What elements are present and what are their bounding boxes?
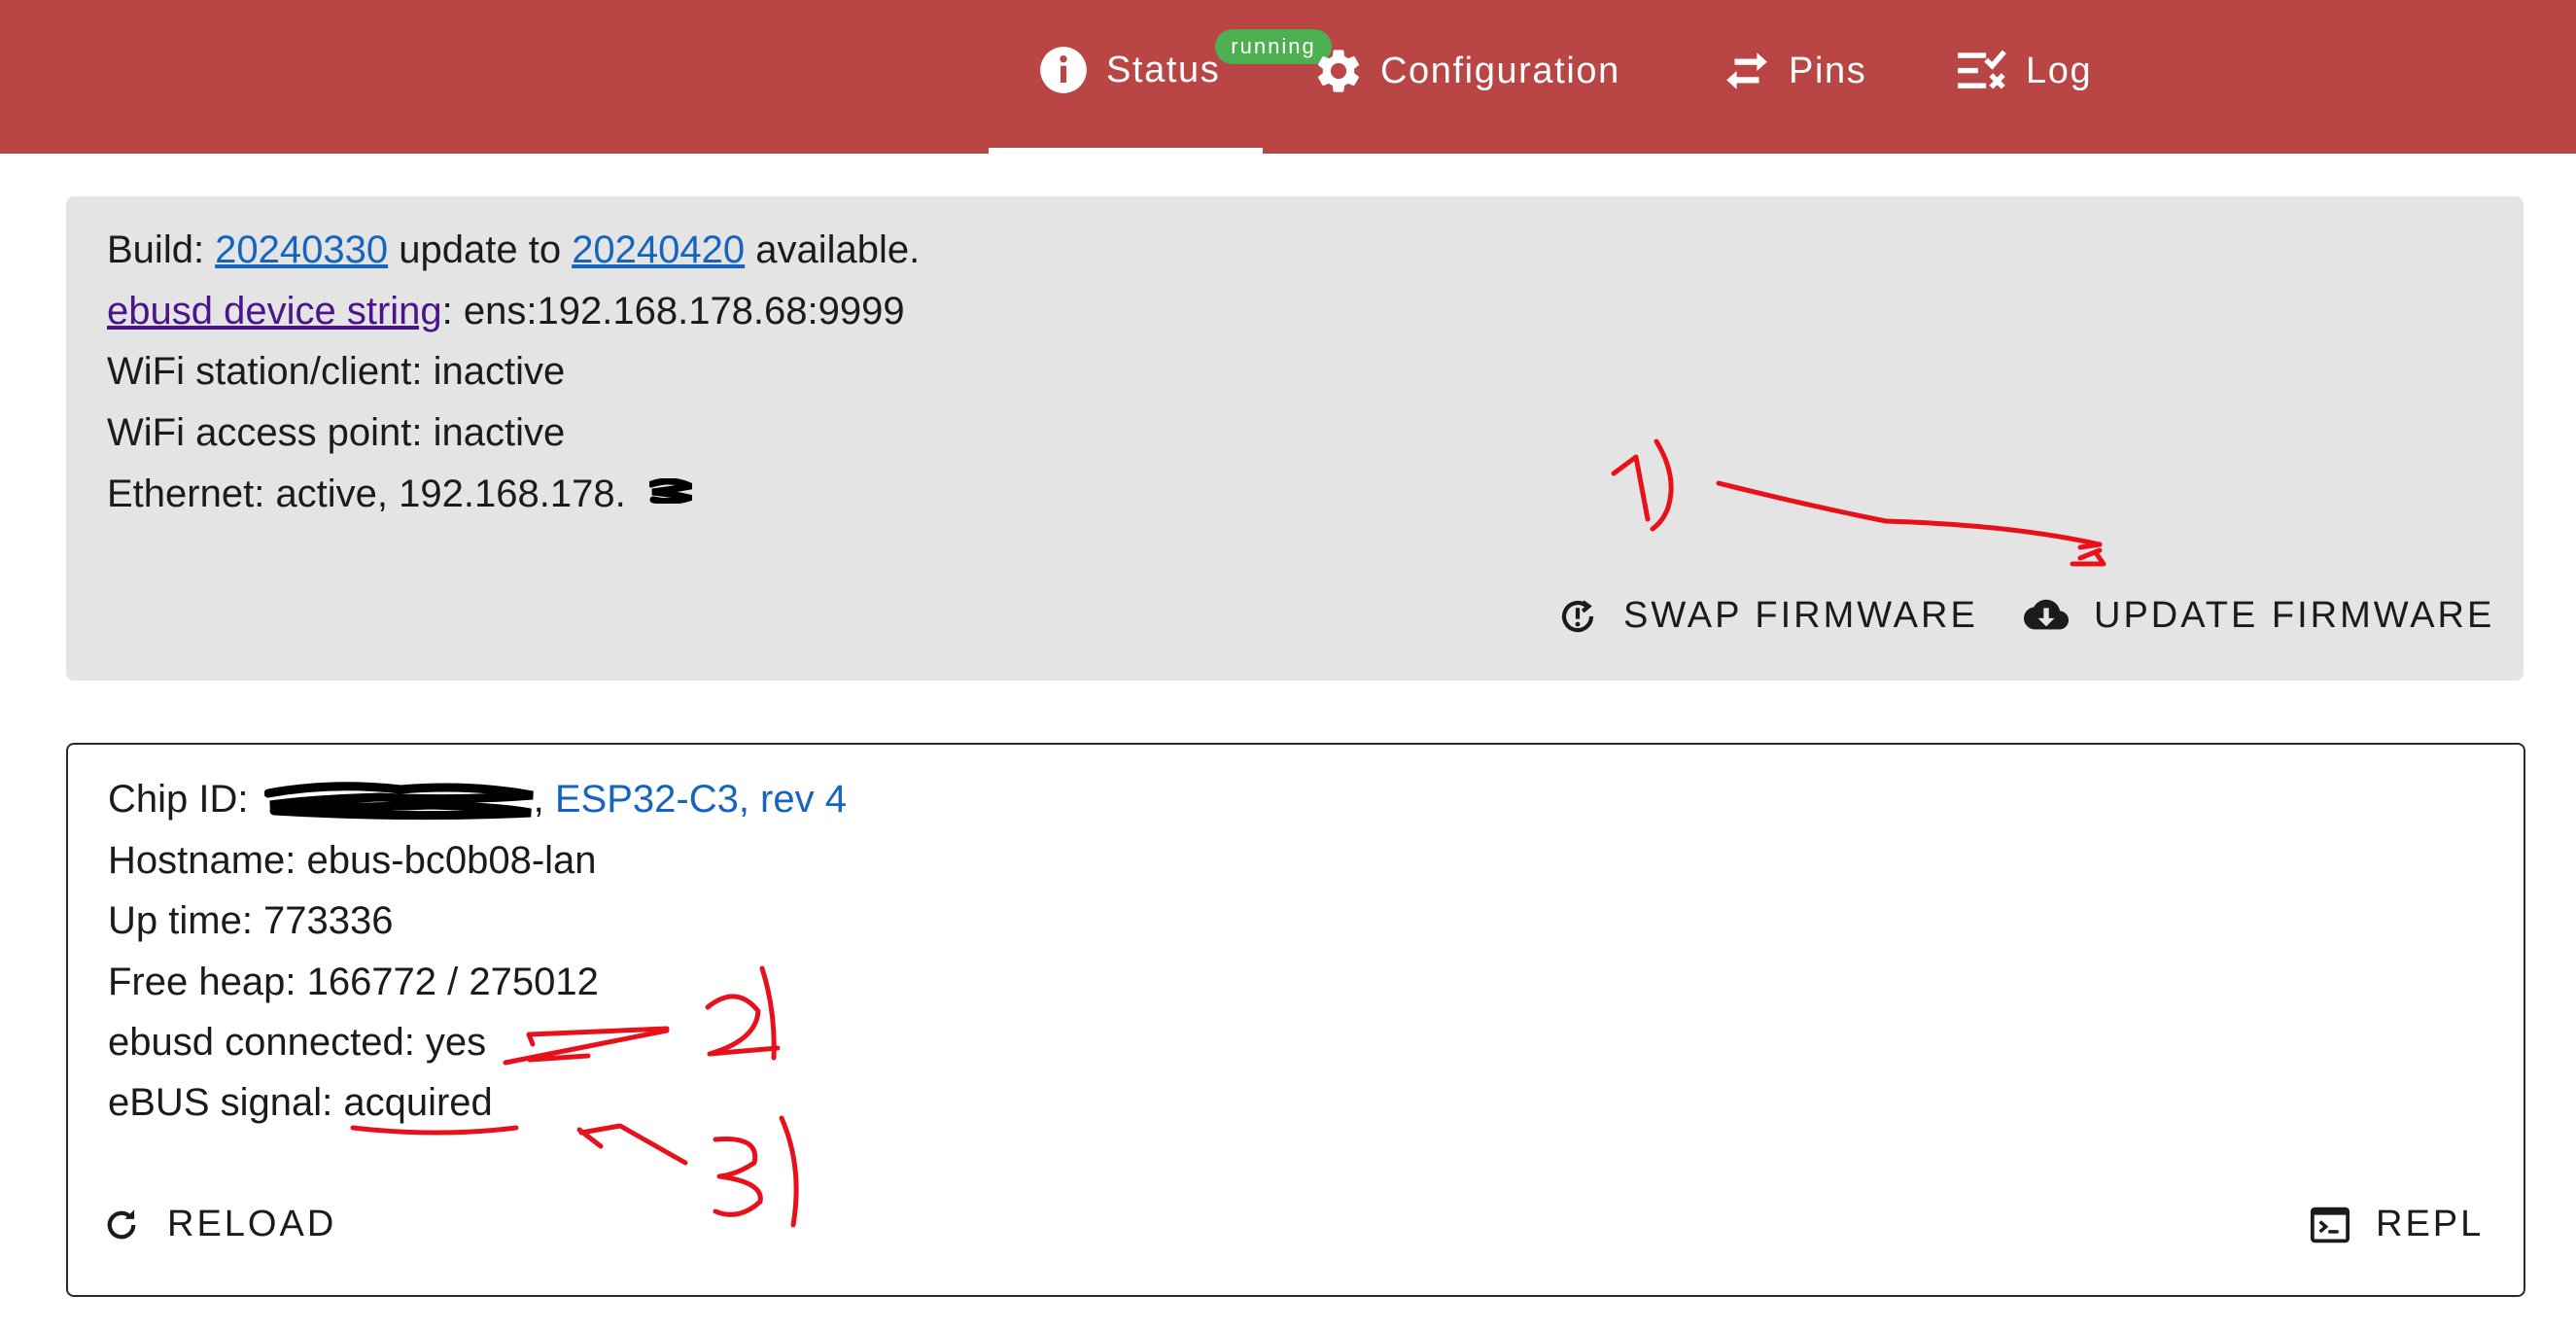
annotation-2 — [350, 965, 781, 1136]
annotation-1 — [1611, 438, 2106, 567]
red-annotations — [350, 438, 2106, 1228]
annotation-3 — [576, 1115, 799, 1228]
